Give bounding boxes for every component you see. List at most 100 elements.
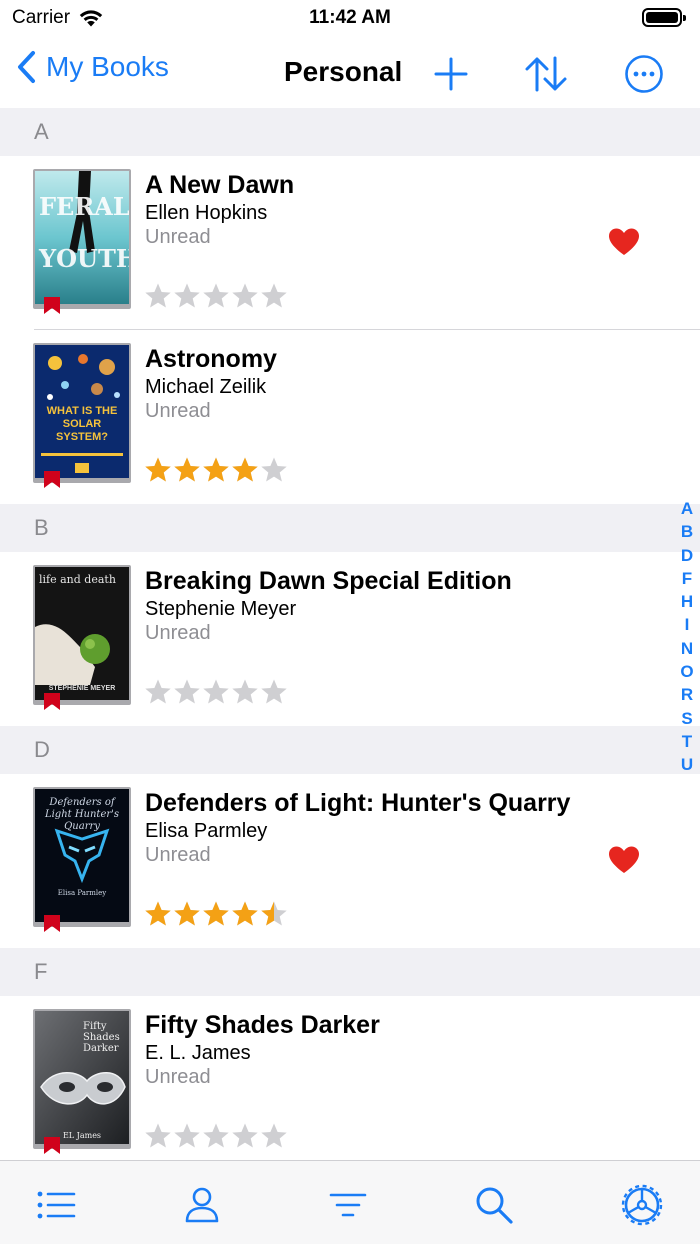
star-half-icon[interactable]: [260, 900, 288, 928]
star-filled-icon[interactable]: [202, 900, 230, 928]
cover-title: life and death: [39, 573, 116, 586]
settings-icon: [621, 1184, 663, 1226]
star-empty-icon[interactable]: [260, 456, 288, 484]
cover-title: Defenders of Light Hunter's Quarry: [44, 797, 120, 832]
book-title: Astronomy: [145, 345, 277, 373]
sort-button[interactable]: [524, 52, 568, 96]
star-filled-icon[interactable]: [231, 900, 259, 928]
index-letter[interactable]: R: [681, 683, 693, 706]
cover-author: Elisa Parmley: [57, 889, 107, 897]
star-filled-icon[interactable]: [231, 456, 259, 484]
index-letter[interactable]: H: [681, 590, 693, 613]
list-icon: [37, 1191, 76, 1219]
bookmark-icon: [44, 471, 60, 488]
book-row[interactable]: FERAL YOUTH A New Dawn Ellen Hopkins Unr…: [0, 156, 700, 330]
book-title: Breaking Dawn Special Edition: [145, 567, 512, 595]
favorite-heart-icon[interactable]: [608, 846, 640, 874]
cover-title: FERAL YOUTH: [39, 192, 131, 273]
book-status: Unread: [145, 844, 211, 866]
star-empty-icon[interactable]: [231, 1122, 259, 1150]
star-empty-icon[interactable]: [144, 282, 172, 310]
add-book-button[interactable]: [429, 52, 473, 96]
index-letter[interactable]: I: [685, 613, 690, 636]
index-letter[interactable]: T: [682, 730, 692, 753]
tab-settings[interactable]: [620, 1183, 664, 1227]
section-header-d: D: [0, 726, 700, 774]
filter-icon: [329, 1193, 367, 1217]
star-empty-icon[interactable]: [231, 282, 259, 310]
section-index[interactable]: A B D F H I N O R S T U: [680, 497, 694, 777]
tab-filter[interactable]: [326, 1183, 370, 1227]
book-row[interactable]: life and death STEPHENIE MEYER Breaking …: [0, 552, 700, 726]
book-row[interactable]: Fifty Shades Darker EL James Fifty Shade…: [0, 996, 700, 1160]
book-cover: WHAT IS THE SOLAR SYSTEM?: [33, 343, 131, 483]
cover-author: STEPHENIE MEYER: [48, 685, 116, 692]
cover-title: WHAT IS THE SOLAR SYSTEM?: [46, 405, 118, 443]
bookmark-icon: [44, 297, 60, 314]
tab-list[interactable]: [34, 1183, 78, 1227]
star-filled-icon[interactable]: [144, 456, 172, 484]
book-cover: Fifty Shades Darker EL James: [33, 1009, 131, 1149]
section-header-f: F: [0, 948, 700, 996]
section-header-a: A: [0, 108, 700, 156]
bookmark-icon: [44, 1137, 60, 1154]
tab-search[interactable]: [472, 1183, 516, 1227]
index-letter[interactable]: B: [681, 520, 693, 543]
star-empty-icon[interactable]: [231, 678, 259, 706]
back-button-label: My Books: [46, 51, 169, 82]
search-icon: [476, 1187, 513, 1224]
star-filled-icon[interactable]: [144, 900, 172, 928]
status-time: 11:42 AM: [309, 7, 391, 28]
chevron-left-icon: [18, 51, 35, 83]
profile-icon: [185, 1187, 219, 1223]
index-letter[interactable]: A: [681, 497, 693, 520]
star-filled-icon[interactable]: [173, 900, 201, 928]
star-rating[interactable]: [144, 456, 288, 484]
star-empty-icon[interactable]: [202, 678, 230, 706]
cover-title: Fifty Shades Darker: [83, 1021, 120, 1054]
star-filled-icon[interactable]: [202, 456, 230, 484]
star-empty-icon[interactable]: [202, 282, 230, 310]
star-empty-icon[interactable]: [144, 678, 172, 706]
book-author: Ellen Hopkins: [145, 202, 268, 224]
book-cover: Defenders of Light Hunter's Quarry Elisa…: [33, 787, 131, 927]
tab-profile[interactable]: [180, 1183, 224, 1227]
book-row[interactable]: Defenders of Light Hunter's Quarry Elisa…: [0, 774, 700, 948]
star-empty-icon[interactable]: [173, 1122, 201, 1150]
index-letter[interactable]: D: [681, 544, 693, 567]
star-rating[interactable]: [144, 678, 288, 706]
star-empty-icon[interactable]: [260, 678, 288, 706]
index-letter[interactable]: O: [680, 660, 693, 683]
book-title: Defenders of Light: Hunter's Quarry: [145, 789, 571, 817]
star-filled-icon[interactable]: [173, 456, 201, 484]
book-status: Unread: [145, 400, 211, 422]
book-author: E. L. James: [145, 1042, 251, 1064]
book-status: Unread: [145, 622, 211, 644]
star-empty-icon[interactable]: [260, 1122, 288, 1150]
book-author: Michael Zeilik: [145, 376, 267, 398]
bookmark-icon: [44, 693, 60, 710]
favorite-heart-icon[interactable]: [608, 228, 640, 256]
star-empty-icon[interactable]: [173, 282, 201, 310]
star-empty-icon[interactable]: [202, 1122, 230, 1150]
book-author: Elisa Parmley: [145, 820, 268, 842]
index-letter[interactable]: N: [681, 637, 693, 660]
back-button[interactable]: My Books: [16, 50, 169, 84]
star-rating[interactable]: [144, 900, 288, 928]
more-options-button[interactable]: [622, 52, 666, 96]
bookmark-icon: [44, 915, 60, 932]
book-author: Stephenie Meyer: [145, 598, 297, 620]
star-rating[interactable]: [144, 1122, 288, 1150]
star-empty-icon[interactable]: [260, 282, 288, 310]
index-letter[interactable]: U: [681, 753, 693, 776]
star-rating[interactable]: [144, 282, 288, 310]
book-status: Unread: [145, 1066, 211, 1088]
book-status: Unread: [145, 226, 211, 248]
book-list[interactable]: A FERAL YOUTH A New Dawn Ellen Hopkins U…: [0, 108, 700, 1160]
index-letter[interactable]: S: [681, 707, 692, 730]
index-letter[interactable]: F: [682, 567, 692, 590]
star-empty-icon[interactable]: [144, 1122, 172, 1150]
book-row[interactable]: WHAT IS THE SOLAR SYSTEM? Astronomy Mich…: [0, 330, 700, 504]
status-bar: Carrier 11:42 AM: [0, 0, 700, 36]
star-empty-icon[interactable]: [173, 678, 201, 706]
